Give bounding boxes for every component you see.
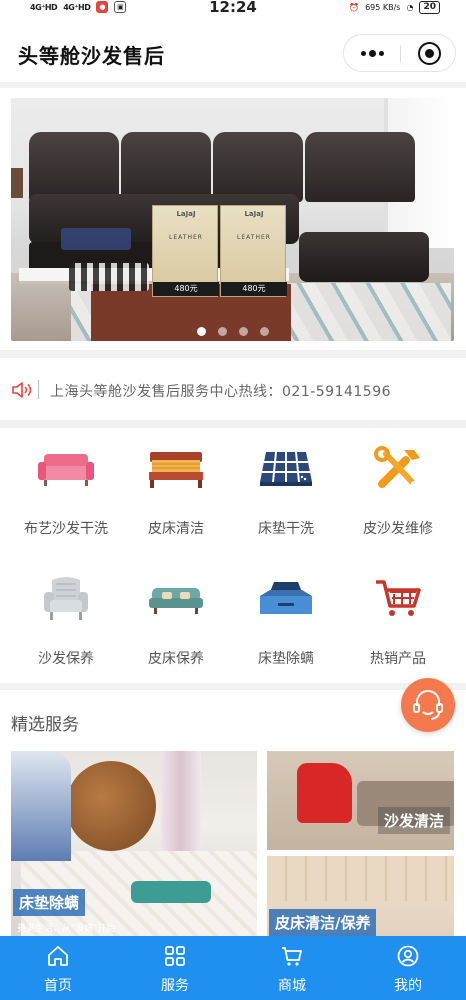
notice-separator	[38, 380, 39, 399]
tab-label: 服务	[161, 978, 189, 994]
notice-hotline-text: 上海头等舱沙发售后服务中心热线：021-59141596	[50, 384, 392, 400]
service-label: 皮床清洁	[148, 521, 204, 537]
banner-chess-board	[69, 263, 149, 291]
net-speed: 695 KB/s	[365, 3, 401, 12]
service-label: 皮沙发维修	[363, 521, 433, 537]
shopping-cart-icon	[376, 580, 421, 616]
cart-icon	[282, 947, 302, 966]
service-fabric-sofa-cleaning[interactable]: 布艺沙发干洗	[8, 432, 124, 552]
service-grid: 布艺沙发干洗 皮床清洁 床垫干洗 皮沙发维修 沙发保养 皮床保养 床垫除螨 热销…	[0, 428, 466, 683]
carousel-dot-2[interactable]	[217, 327, 227, 336]
card-vacuum	[131, 881, 211, 903]
grid-icon	[165, 946, 185, 966]
service-label: 沙发保养	[38, 651, 94, 667]
status-right: ⏰ 695 KB/s ◔ 20	[349, 1, 440, 14]
service-label: 皮床保养	[148, 651, 204, 667]
service-label: 热销产品	[370, 651, 426, 667]
card-teddy-bear	[66, 761, 156, 851]
sofa-bed-icon	[149, 588, 203, 614]
alarm-icon: ⏰	[349, 3, 360, 12]
carousel-dot-3[interactable]	[238, 327, 248, 336]
capsule-divider	[400, 45, 401, 62]
wifi-icon: ◔	[406, 3, 414, 12]
bed-icon	[149, 452, 203, 488]
tab-services[interactable]: 服务	[135, 936, 215, 1000]
service-hot-products[interactable]: 热销产品	[340, 562, 456, 682]
product-price-2: 480元	[221, 282, 287, 296]
featured-card-sofa[interactable]: 沙发清洁	[267, 751, 454, 850]
status-bar: 4G⁺HD 4G⁺HD ● ▣ 12:24 ⏰ 695 KB/s ◔ 20	[0, 0, 466, 16]
tab-label: 商城	[278, 978, 306, 994]
featured-services: 精选服务 床垫除螨 美满生活，从"没螨"开始 沙发清洁 皮床清洁/保养	[0, 690, 466, 936]
section-title: 精选服务	[11, 715, 79, 735]
banner-leather-sofa	[29, 132, 429, 282]
tab-mine[interactable]: 我的	[368, 936, 448, 1000]
tab-mall[interactable]: 商城	[252, 936, 332, 1000]
customer-service-button[interactable]	[401, 678, 455, 732]
product-word-1: LEATHER	[169, 234, 203, 241]
service-label: 床垫干洗	[258, 521, 314, 537]
carousel-dot-4[interactable]	[259, 327, 269, 336]
service-mattress-dry-cleaning[interactable]: 床垫干洗	[228, 432, 344, 552]
product-brand-2: LaJaJ	[244, 210, 264, 218]
battery-indicator: 20	[419, 1, 440, 14]
featured-card-bed[interactable]: 皮床清洁/保养	[267, 856, 454, 936]
banner-carousel[interactable]: LaJaJ LEATHER 480元 LaJaJ LEATHER 480元	[11, 98, 454, 341]
service-leather-bed-maintenance[interactable]: 皮床保养	[118, 562, 234, 682]
carousel-dots	[11, 327, 454, 336]
card-subtitle: 美满生活，从"没螨"开始	[17, 924, 116, 934]
card-tag: 床垫除螨	[13, 889, 86, 916]
tab-label: 首页	[44, 978, 72, 994]
bottom-tab-bar: 首页 服务 商城 我的	[0, 936, 466, 1000]
banner-wall-frame	[11, 168, 23, 198]
fabric-sofa-icon	[38, 454, 94, 486]
service-label: 床垫除螨	[258, 651, 314, 667]
user-icon	[397, 945, 419, 967]
mattress-box-icon	[260, 582, 312, 614]
service-sofa-maintenance[interactable]: 沙发保养	[8, 562, 124, 682]
card-tag: 沙发清洁	[377, 807, 450, 834]
product-word-2: LEATHER	[237, 234, 271, 241]
header: 头等舱沙发售后	[0, 16, 466, 82]
service-leather-sofa-repair[interactable]: 皮沙发维修	[340, 432, 456, 552]
service-leather-bed-cleaning[interactable]: 皮床清洁	[118, 432, 234, 552]
card-worker	[297, 763, 352, 823]
more-icon[interactable]	[344, 35, 400, 71]
product-brand-1: LaJaJ	[176, 210, 196, 218]
banner-product-box-1: LaJaJ LEATHER 480元	[152, 205, 219, 297]
carousel-dot-1[interactable]	[196, 327, 206, 336]
tab-home[interactable]: 首页	[18, 936, 98, 1000]
close-miniprogram-icon[interactable]	[418, 42, 441, 65]
armchair-icon	[44, 577, 88, 620]
headset-icon	[413, 690, 443, 720]
notice-bar[interactable]: 上海头等舱沙发售后服务中心热线：021-59141596	[0, 358, 466, 420]
miniprogram-capsule	[343, 34, 456, 72]
page-title: 头等舱沙发售后	[18, 44, 165, 68]
banner-pillow	[61, 228, 131, 250]
featured-card-mattress[interactable]: 床垫除螨 美满生活，从"没螨"开始	[11, 751, 257, 936]
card-tag: 皮床清洁/保养	[269, 909, 377, 936]
tab-label: 我的	[394, 978, 422, 994]
home-icon	[48, 946, 68, 966]
card-person	[11, 751, 71, 861]
banner-product-box-2: LaJaJ LEATHER 480元	[220, 205, 287, 297]
service-mattress-mite-removal[interactable]: 床垫除螨	[228, 562, 344, 682]
mattress-grid-icon	[260, 451, 312, 486]
service-label: 布艺沙发干洗	[24, 521, 108, 537]
banner-section: LaJaJ LEATHER 480元 LaJaJ LEATHER 480元	[0, 88, 466, 350]
repair-tools-icon	[374, 446, 420, 488]
product-price-1: 480元	[153, 282, 219, 296]
speaker-icon	[12, 382, 32, 398]
card-bed-headboard	[267, 856, 454, 901]
